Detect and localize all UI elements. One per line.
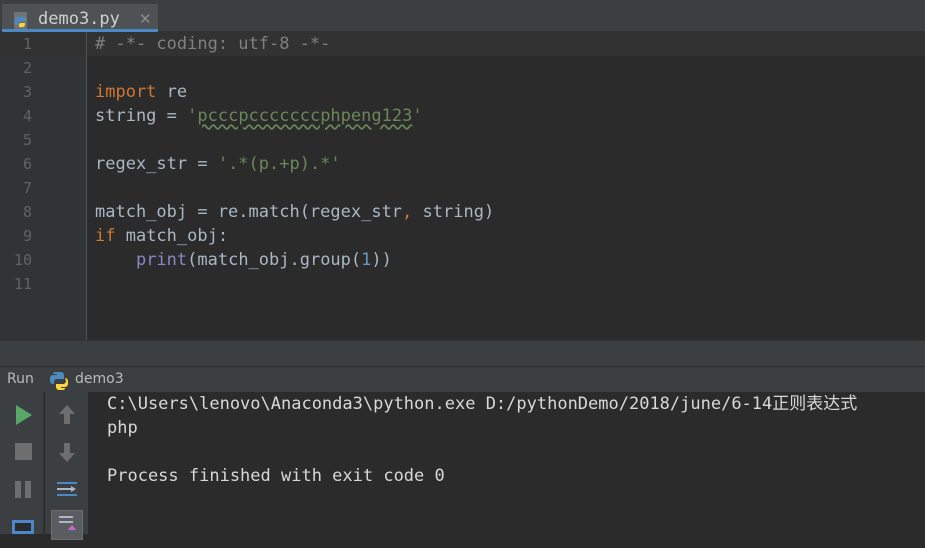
run-label: Run xyxy=(7,371,34,387)
soft-wrap-icon xyxy=(57,482,77,496)
builtin: print xyxy=(135,250,188,270)
code-line-10: print(match_obj.group(1)) xyxy=(95,248,392,272)
string-literal: '.*(p.+p).*' xyxy=(217,154,341,174)
line-number: 8 xyxy=(22,203,32,221)
code-line-3: import re xyxy=(95,80,187,104)
code-text: (match_obj.group( xyxy=(187,250,362,270)
code-text: match_obj = re.match(regex_str xyxy=(95,202,403,222)
panel-divider[interactable] xyxy=(0,340,925,368)
soft-wrap-button[interactable] xyxy=(51,475,83,505)
line-number: 10 xyxy=(13,251,32,269)
tab-demo3[interactable]: demo3.py ✕ xyxy=(2,4,158,32)
dump-threads-button[interactable] xyxy=(7,514,39,544)
keyword: if xyxy=(95,226,116,246)
code-line-1: # -*- coding: utf-8 -*- xyxy=(95,32,330,56)
code-text: regex_str = xyxy=(95,154,218,174)
string-quote: ' xyxy=(187,106,198,126)
pause-icon xyxy=(15,481,31,498)
scroll-down-button[interactable] xyxy=(51,437,83,467)
line-number: 5 xyxy=(22,131,32,149)
line-number: 6 xyxy=(22,155,32,173)
stop-button[interactable] xyxy=(7,437,39,467)
comment: # -*- coding: utf-8 -*- xyxy=(95,34,331,54)
code-line-4: string = 'pcccpcccccccphpeng123' xyxy=(95,104,423,128)
dump-threads-icon xyxy=(12,520,34,534)
run-toolbar-left xyxy=(0,392,44,534)
rerun-button[interactable] xyxy=(7,400,39,430)
scroll-up-button[interactable] xyxy=(51,400,83,430)
number-literal: 1 xyxy=(361,250,372,270)
console-process-finished: Process finished with exit code 0 xyxy=(107,466,445,486)
code-text: re xyxy=(156,82,188,102)
close-tab-icon[interactable]: ✕ xyxy=(139,11,152,27)
code-editor[interactable]: 1 2 3 4 5 6 7 8 9 10 11 # -*- coding: ut… xyxy=(0,32,925,340)
python-config-icon xyxy=(49,370,69,394)
keyword: import xyxy=(95,82,157,102)
code-text: )) xyxy=(371,250,392,270)
pause-button[interactable] xyxy=(7,475,39,505)
code-line-6: regex_str = '.*(p.+p).*' xyxy=(95,152,341,176)
code-text: string) xyxy=(412,202,495,222)
line-number-gutter: 1 2 3 4 5 6 7 8 9 10 11 xyxy=(0,32,87,340)
console-output-result: php xyxy=(107,418,138,438)
stop-icon xyxy=(15,443,32,460)
arrow-up-icon xyxy=(59,405,75,424)
line-number: 1 xyxy=(22,35,32,53)
line-number: 9 xyxy=(22,227,32,245)
console-command-line: C:\Users\lenovo\Anaconda3\python.exe D:/… xyxy=(107,394,858,414)
comma: , xyxy=(402,202,413,222)
string-quote: ' xyxy=(412,106,423,126)
tab-filename: demo3.py xyxy=(38,9,120,29)
code-text: match_obj: xyxy=(115,226,229,246)
arrow-down-icon xyxy=(59,443,75,462)
code-line-8: match_obj = re.match(regex_str, string) xyxy=(95,200,494,224)
line-number: 7 xyxy=(22,179,32,197)
run-tool-window-header: Run demo3 xyxy=(0,366,925,392)
run-config-name[interactable]: demo3 xyxy=(75,370,124,388)
scroll-to-end-button[interactable] xyxy=(51,510,83,540)
editor-tab-bar: demo3.py ✕ xyxy=(0,0,925,32)
run-console: C:\Users\lenovo\Anaconda3\python.exe D:/… xyxy=(0,392,925,540)
string-literal-typo-warning: pcccpcccccccphpeng123 xyxy=(197,106,413,126)
scroll-to-end-icon xyxy=(59,516,76,530)
line-number: 4 xyxy=(22,107,32,125)
play-icon xyxy=(16,405,32,425)
line-number: 3 xyxy=(22,83,32,101)
code-line-9: if match_obj: xyxy=(95,224,228,248)
run-toolbar-right xyxy=(45,392,89,540)
line-number: 11 xyxy=(13,275,32,293)
code-text: string = xyxy=(95,106,188,126)
line-number: 2 xyxy=(22,59,32,77)
